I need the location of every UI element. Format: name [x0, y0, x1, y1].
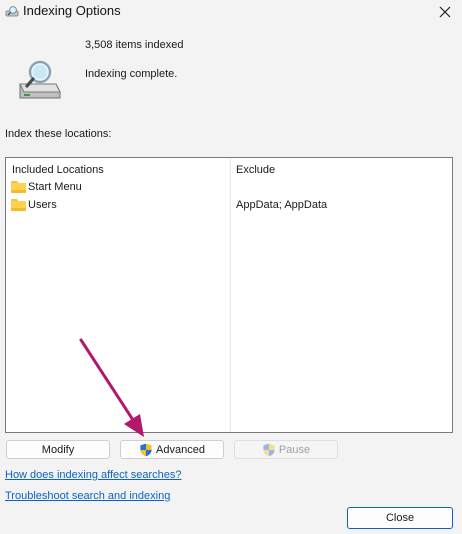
column-header-included[interactable]: Included Locations — [12, 164, 104, 176]
location-name: Users — [28, 199, 57, 211]
window-title: Indexing Options — [23, 3, 121, 18]
advanced-button-label: Advanced — [156, 443, 205, 456]
locations-label: Index these locations: — [5, 128, 112, 140]
drive-magnifier-icon — [19, 60, 61, 99]
location-exclude: AppData; AppData — [236, 199, 328, 211]
how-indexing-affects-link[interactable]: How does indexing affect searches? — [5, 469, 182, 481]
list-item-start-menu[interactable]: Start Menu — [6, 179, 452, 196]
modify-button[interactable]: Modify — [6, 440, 110, 459]
indexing-status: Indexing complete. — [85, 68, 178, 80]
uac-shield-icon — [263, 443, 275, 456]
advanced-button[interactable]: Advanced — [120, 440, 224, 459]
uac-shield-icon — [140, 443, 152, 456]
folder-icon — [11, 181, 26, 193]
folder-icon — [11, 199, 26, 211]
close-icon[interactable] — [436, 3, 454, 21]
location-name: Start Menu — [28, 181, 82, 193]
troubleshoot-link[interactable]: Troubleshoot search and indexing — [5, 490, 170, 502]
close-button-label: Close — [385, 512, 415, 524]
items-indexed-count: 3,508 items indexed — [85, 39, 184, 51]
column-header-exclude[interactable]: Exclude — [236, 164, 275, 176]
close-button[interactable]: Close — [347, 507, 453, 529]
locations-list[interactable]: Included Locations Exclude Start Menu Us… — [5, 157, 453, 433]
pause-button-label: Pause — [278, 443, 311, 456]
list-item-users[interactable]: Users AppData; AppData — [6, 197, 452, 214]
title-bar: Indexing Options — [0, 0, 462, 24]
pause-button[interactable]: Pause — [234, 440, 338, 459]
modify-button-label: Modify — [41, 443, 75, 456]
indexing-icon — [5, 6, 19, 17]
